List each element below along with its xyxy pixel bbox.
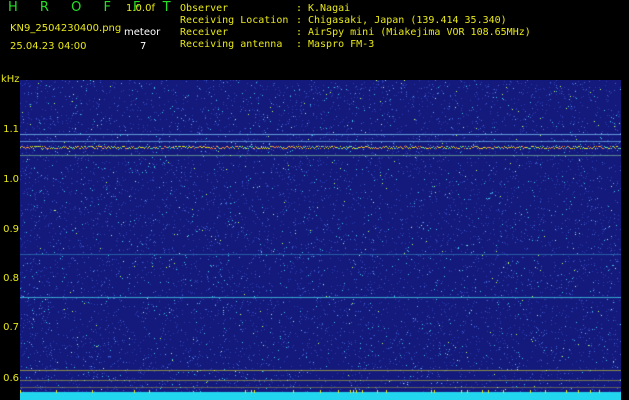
y-tick-label: 1.1 xyxy=(3,124,19,135)
y-tick-label: 0.7 xyxy=(3,322,19,333)
spectrogram-canvas xyxy=(20,80,621,400)
observer-value: K.Nagai xyxy=(308,3,351,14)
observation-datetime: 25.04.23 04:00 xyxy=(10,41,87,52)
y-tick-label: 0.6 xyxy=(3,373,19,384)
info-separator: : xyxy=(296,27,303,38)
info-separator: : xyxy=(296,15,303,26)
info-separator: : xyxy=(296,3,303,14)
receiver-value: AirSpy mini (Miakejima VOR 108.65MHz) xyxy=(308,27,531,38)
file-name: KN9_2504230400.png xyxy=(10,23,122,34)
observer-label: Observer xyxy=(180,3,229,14)
location-value: Chigasaki, Japan (139.414 35.340) xyxy=(308,15,507,26)
location-label: Receiving Location xyxy=(180,15,289,26)
meteor-count: 7 xyxy=(140,41,147,52)
y-tick-label: 0.9 xyxy=(3,224,19,235)
y-tick-label: 0.8 xyxy=(3,273,19,284)
antenna-value: Maspro FM-3 xyxy=(308,39,375,50)
receiver-label: Receiver xyxy=(180,27,229,38)
antenna-label: Receiving antenna xyxy=(180,39,283,50)
spectrogram-plot xyxy=(20,80,621,400)
version-label: 1.0.0f xyxy=(126,3,155,14)
y-tick-label: 1.0 xyxy=(3,174,19,185)
y-axis-unit: kHz xyxy=(1,74,20,85)
meteor-label: meteor xyxy=(124,27,161,38)
info-separator: : xyxy=(296,39,303,50)
